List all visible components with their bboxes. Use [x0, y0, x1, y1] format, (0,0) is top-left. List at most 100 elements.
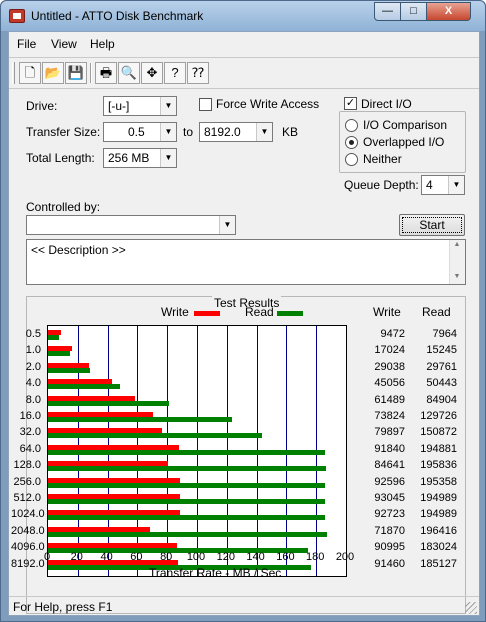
- print-preview-icon[interactable]: 🔍: [118, 62, 140, 84]
- read-bar: [48, 400, 169, 406]
- chevron-down-icon: ▼: [160, 149, 176, 167]
- to-label: to: [183, 125, 194, 139]
- write-value: 84641: [374, 459, 405, 472]
- x-tick-label: 140: [246, 551, 265, 563]
- read-bar: [48, 499, 325, 504]
- queue-depth-select[interactable]: 4 ▼: [421, 175, 465, 195]
- controlled-by-label: Controlled by:: [26, 200, 101, 214]
- close-button[interactable]: X: [426, 2, 471, 21]
- force-write-checkbox[interactable]: [199, 98, 212, 111]
- write-value: 92723: [374, 508, 405, 521]
- legend-read-label: Read: [245, 305, 274, 319]
- overlapped-io-radio[interactable]: [345, 136, 358, 149]
- read-value: 183024: [420, 541, 457, 554]
- app-window: Untitled - ATTO Disk Benchmark — □ X Fil…: [0, 0, 486, 622]
- print-icon[interactable]: 🖶: [95, 62, 117, 84]
- direct-io-label: Direct I/O: [361, 97, 412, 111]
- x-tick-label: 180: [306, 551, 325, 563]
- legend-read-swatch: [277, 311, 303, 316]
- maximize-button[interactable]: □: [400, 2, 427, 21]
- open-icon[interactable]: 📂: [42, 62, 64, 84]
- io-comparison-radio[interactable]: [345, 119, 358, 132]
- app-icon: [9, 9, 25, 23]
- status-text: For Help, press F1: [13, 600, 113, 614]
- force-write-label: Force Write Access: [216, 97, 320, 111]
- chevron-down-icon: ▼: [160, 97, 176, 115]
- read-column-header: Read: [422, 305, 451, 319]
- read-value: 195836: [420, 459, 457, 472]
- menu-help[interactable]: Help: [90, 37, 115, 51]
- help-icon[interactable]: ?: [164, 62, 186, 84]
- total-length-select[interactable]: 256 MB ▼: [103, 148, 177, 168]
- read-bar: [48, 466, 327, 472]
- description-text: << Description >>: [31, 243, 126, 257]
- x-tick-label: 100: [186, 551, 206, 563]
- move-icon[interactable]: ✥: [141, 62, 163, 84]
- toolbar-grip[interactable]: [12, 62, 15, 84]
- overlapped-io-label: Overlapped I/O: [363, 135, 445, 149]
- window-title: Untitled - ATTO Disk Benchmark: [31, 9, 204, 23]
- menu-bar: File View Help: [9, 32, 479, 56]
- direct-io-checkbox[interactable]: ✓: [344, 97, 357, 110]
- transfer-size-label: Transfer Size:: [26, 125, 101, 139]
- status-bar: For Help, press F1: [9, 596, 479, 616]
- write-value: 29038: [374, 360, 405, 373]
- new-icon[interactable]: 🗋: [19, 62, 41, 84]
- drive-select[interactable]: [-u-] ▼: [103, 96, 177, 116]
- scroll-up-icon[interactable]: ▲: [450, 241, 464, 248]
- save-icon[interactable]: 💾: [65, 62, 87, 84]
- x-tick-label: 20: [70, 551, 83, 563]
- legend-write-label: Write: [161, 305, 189, 319]
- read-bar: [48, 384, 120, 390]
- read-value: 196416: [420, 524, 457, 537]
- read-value: 150872: [420, 426, 457, 439]
- read-bar: [48, 449, 325, 455]
- write-value: 61489: [374, 393, 405, 406]
- io-mode-group: I/O Comparison Overlapped I/O Neither: [339, 111, 466, 173]
- chart-plot-area: [47, 325, 347, 577]
- neither-radio[interactable]: [345, 153, 358, 166]
- read-value: 195358: [420, 475, 457, 488]
- write-value: 73824: [374, 410, 405, 422]
- controlled-by-select[interactable]: ▼: [26, 215, 236, 235]
- resize-grip-icon[interactable]: [465, 602, 477, 614]
- description-scrollbar[interactable]: ▲ ▼: [449, 240, 465, 284]
- read-bar: [48, 515, 326, 521]
- category-label: 64.0: [19, 442, 41, 455]
- read-value: 194989: [420, 492, 457, 504]
- transfer-from-select[interactable]: 0.5 ▼: [103, 122, 177, 142]
- chevron-down-icon: ▼: [219, 216, 235, 234]
- kb-label: KB: [282, 125, 299, 139]
- category-label: 1024.0: [11, 508, 45, 521]
- read-value: 194881: [420, 442, 457, 455]
- transfer-to-select[interactable]: 8192.0 ▼: [199, 122, 273, 142]
- category-label: 2048.0: [11, 524, 45, 537]
- x-tick-label: 120: [216, 551, 235, 563]
- write-value: 9472: [380, 328, 405, 340]
- start-button[interactable]: Start: [399, 214, 465, 236]
- menu-view[interactable]: View: [51, 37, 77, 51]
- title-bar[interactable]: Untitled - ATTO Disk Benchmark — □ X: [1, 1, 485, 31]
- minimize-button[interactable]: —: [374, 2, 401, 21]
- write-value: 71870: [374, 524, 405, 537]
- read-bar: [48, 367, 91, 373]
- read-value: 29761: [426, 360, 457, 373]
- read-bar: [48, 531, 328, 537]
- write-value: 91840: [374, 442, 405, 455]
- io-comparison-label: I/O Comparison: [363, 118, 448, 132]
- chevron-down-icon: ▼: [256, 123, 272, 141]
- category-label: 128.0: [13, 459, 41, 472]
- x-tick-label: 0: [43, 551, 51, 563]
- read-bar: [48, 417, 233, 422]
- scroll-down-icon[interactable]: ▼: [450, 273, 464, 280]
- client-area: File View Help 🗋 📂 💾 🖶 🔍 ✥ ? ⁇ Drive: [-…: [8, 31, 480, 616]
- description-box[interactable]: << Description >> ▲ ▼: [26, 239, 466, 285]
- write-value: 90995: [374, 541, 405, 554]
- read-value: 7964: [432, 328, 457, 340]
- context-help-icon[interactable]: ⁇: [187, 62, 209, 84]
- menu-file[interactable]: File: [17, 37, 36, 51]
- x-axis-label: Transfer Rate - MB / Sec: [149, 566, 282, 580]
- read-value: 50443: [426, 377, 457, 390]
- category-label: 4.0: [25, 377, 41, 390]
- category-label: 0.5: [25, 328, 41, 340]
